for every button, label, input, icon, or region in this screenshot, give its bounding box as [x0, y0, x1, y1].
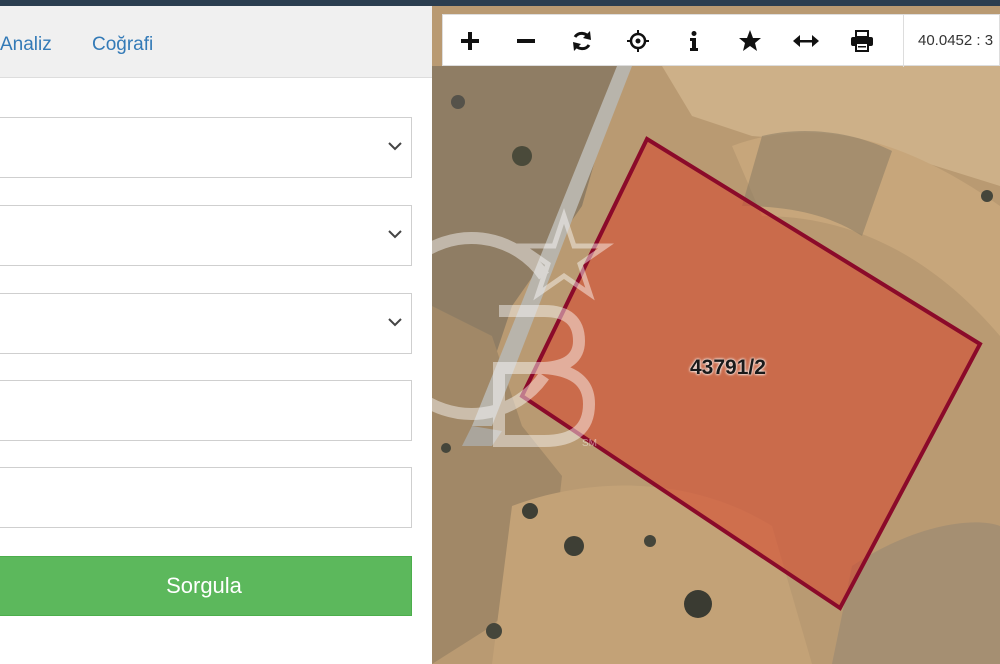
locate-button[interactable] [611, 15, 665, 67]
text-field-1[interactable] [0, 380, 412, 441]
sorgula-button[interactable]: Sorgula [0, 556, 412, 616]
input-1[interactable] [3, 381, 403, 440]
info-icon [690, 31, 698, 51]
map-toolbar: 40.0452 : 3 [442, 14, 1000, 67]
minus-icon [517, 39, 535, 43]
parcel-label: 43791/2 [690, 356, 766, 379]
select-field-3[interactable] [0, 293, 412, 354]
print-icon [851, 30, 873, 52]
coldwell-banker-logo: SM [432, 208, 615, 449]
select-field-2[interactable] [0, 205, 412, 266]
coordinate-readout: 40.0452 : 3 [903, 15, 1000, 67]
input-2[interactable] [3, 468, 403, 527]
refresh-button[interactable] [555, 15, 609, 67]
zoom-out-button[interactable] [499, 15, 553, 67]
measure-icon [793, 35, 819, 47]
tab-cografi[interactable]: Coğrafi [92, 34, 153, 56]
chevron-down-icon [388, 230, 402, 239]
watermark-mark: SM [582, 438, 597, 449]
locate-icon [627, 30, 649, 52]
chevron-down-icon [388, 142, 402, 151]
print-button[interactable] [835, 15, 889, 67]
favorite-button[interactable] [723, 15, 777, 67]
text-field-2[interactable] [0, 467, 412, 528]
query-panel: Analiz Coğrafi Sorgula [0, 6, 432, 664]
select-field-1[interactable] [0, 117, 412, 178]
measure-button[interactable] [779, 15, 833, 67]
refresh-icon [573, 31, 591, 51]
tab-bar: Analiz Coğrafi [0, 6, 432, 78]
zoom-in-button[interactable] [443, 15, 497, 67]
chevron-down-icon [388, 318, 402, 327]
info-button[interactable] [667, 15, 721, 67]
plus-icon [461, 32, 479, 50]
star-icon [739, 30, 761, 51]
tab-analiz[interactable]: Analiz [0, 34, 52, 56]
map-view[interactable]: SM 43791/2 40.0452: 3 [432, 6, 1000, 664]
